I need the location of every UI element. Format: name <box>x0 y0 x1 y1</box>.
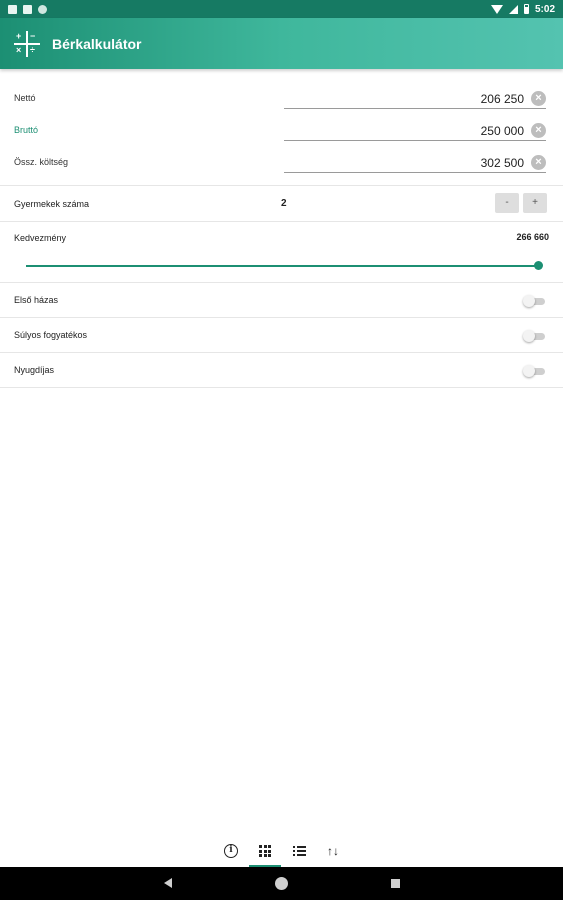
status-time: 5:02 <box>534 3 555 15</box>
children-label: Gyermekek száma <box>14 199 90 209</box>
children-plus-button[interactable]: + <box>523 193 547 213</box>
total-cost-input[interactable]: 302 500 × <box>284 149 546 173</box>
brutto-row: Bruttó 250 000 × <box>0 107 563 141</box>
brutto-clear-icon[interactable]: × <box>531 123 546 138</box>
system-nav-bar <box>0 867 563 900</box>
bottom-tab-bar: i ↑↓ <box>0 833 563 867</box>
notification-icons <box>8 4 47 14</box>
netto-input[interactable]: 206 250 × <box>284 85 546 109</box>
tab-list[interactable] <box>288 840 310 862</box>
first-married-row: Első házas <box>0 283 563 317</box>
netto-label: Nettó <box>14 93 36 103</box>
children-count: 2 <box>281 198 287 209</box>
calculator-icon: + − × ÷ <box>14 30 40 57</box>
total-cost-value[interactable]: 302 500 <box>481 156 524 170</box>
total-cost-row: Össz. költség 302 500 × <box>0 139 563 173</box>
pensioner-row: Nyugdíjas <box>0 353 563 387</box>
tab-grid[interactable] <box>254 840 276 862</box>
brutto-label: Bruttó <box>14 125 39 135</box>
pensioner-label: Nyugdíjas <box>14 365 55 375</box>
app-bar: + − × ÷ Bérkalkulátor <box>0 18 563 69</box>
tab-info[interactable]: i <box>220 840 242 862</box>
recents-icon[interactable] <box>391 879 400 888</box>
battery-icon <box>523 4 529 14</box>
pensioner-toggle[interactable] <box>523 365 545 377</box>
tab-sort[interactable]: ↑↓ <box>322 840 344 862</box>
sort-icon: ↑↓ <box>327 844 339 858</box>
signal-icon <box>508 4 518 14</box>
status-bar: 5:02 <box>0 0 563 18</box>
netto-clear-icon[interactable]: × <box>531 91 546 106</box>
app-title: Bérkalkulátor <box>52 35 142 52</box>
wifi-icon <box>490 4 503 14</box>
total-cost-clear-icon[interactable]: × <box>531 155 546 170</box>
disabled-label: Súlyos fogyatékos <box>14 330 88 340</box>
discount-row: Kedvezmény 266 660 <box>0 222 563 282</box>
discount-value: 266 660 <box>516 232 549 242</box>
first-married-toggle[interactable] <box>523 295 545 307</box>
children-row: Gyermekek száma 2 - + <box>0 186 563 221</box>
children-minus-button[interactable]: - <box>495 193 519 213</box>
discount-slider-track[interactable] <box>26 265 538 267</box>
netto-row: Nettó 206 250 × <box>0 75 563 109</box>
divider <box>0 387 563 388</box>
total-cost-label: Össz. költség <box>14 157 69 167</box>
brutto-value[interactable]: 250 000 <box>481 124 524 138</box>
brutto-input[interactable]: 250 000 × <box>284 117 546 141</box>
netto-value[interactable]: 206 250 <box>481 92 524 106</box>
first-married-label: Első házas <box>14 295 59 305</box>
disabled-row: Súlyos fogyatékos <box>0 318 563 352</box>
list-icon <box>292 846 306 856</box>
grid-icon <box>259 845 271 857</box>
discount-slider-thumb[interactable] <box>534 261 543 270</box>
system-icons: 5:02 <box>490 3 555 15</box>
sync-icon <box>38 4 47 14</box>
discount-label: Kedvezmény <box>14 233 67 243</box>
home-icon[interactable] <box>275 877 288 890</box>
info-icon: i <box>224 844 238 858</box>
back-icon[interactable] <box>164 878 172 888</box>
disabled-toggle[interactable] <box>523 330 545 342</box>
notification-app-icon <box>8 4 17 14</box>
sd-card-icon <box>23 4 32 14</box>
calculator-form: Nettó 206 250 × Bruttó 250 000 × Össz. k… <box>0 69 563 388</box>
